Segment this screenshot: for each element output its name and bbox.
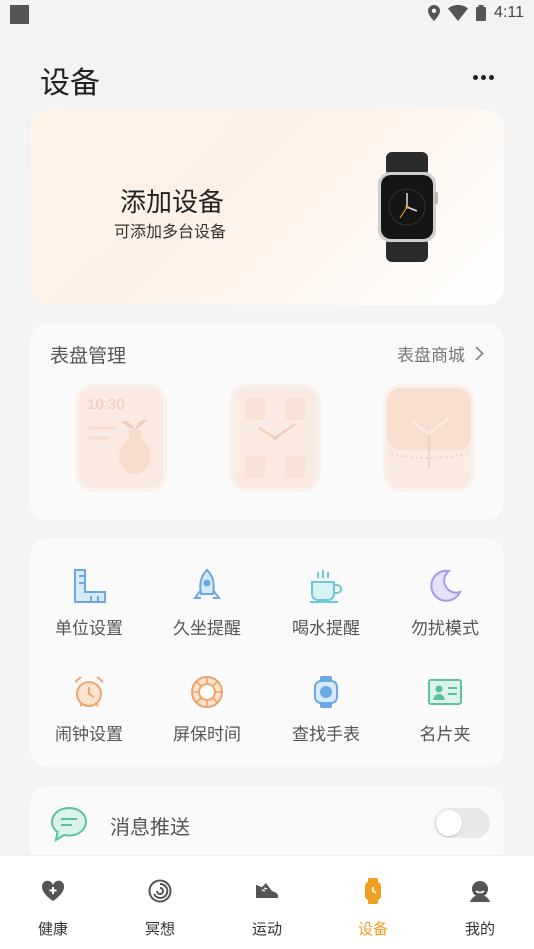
status-bar: 4:11 [0, 0, 534, 28]
chevron-right-icon [475, 346, 484, 361]
watch-face-item[interactable] [387, 388, 471, 488]
card-holder-icon [428, 679, 462, 705]
battery-icon [476, 5, 487, 21]
tab-health-label: 健康 [37, 920, 68, 938]
drink-reminder-label: 喝水提醒 [292, 619, 360, 639]
tab-health[interactable]: 健康 [0, 856, 106, 949]
sedentary-reminder-label: 久坐提醒 [173, 619, 241, 639]
tab-profile-label: 我的 [464, 920, 495, 938]
swirl-icon [148, 879, 172, 903]
message-push-toggle[interactable] [434, 808, 490, 838]
feature-grid: 单位设置 久坐提醒 喝水提醒 勿扰模式 闹钟设置 屏保时间 查找手表 名片夹 [30, 538, 504, 767]
analog-face-icon [245, 398, 305, 478]
cup-icon [310, 570, 342, 603]
do-not-disturb-button[interactable]: 勿扰模式 [386, 566, 504, 639]
shoe-icon [256, 883, 278, 898]
watch-icon [365, 878, 381, 904]
add-device-title: 添加设备 [120, 188, 225, 218]
find-watch-icon [314, 676, 338, 708]
location-icon [428, 5, 441, 21]
message-push-label: 消息推送 [110, 815, 190, 839]
screensaver-time-button[interactable]: 屏保时间 [148, 672, 266, 745]
screensaver-icon [191, 676, 223, 708]
add-device-subtitle: 可添加多台设备 [114, 222, 227, 241]
tab-profile[interactable]: 我的 [427, 856, 533, 949]
watch-face-title: 表盘管理 [50, 345, 127, 367]
find-watch-button[interactable]: 查找手表 [267, 672, 385, 745]
watch-face-card: 表盘管理 表盘商城 10:30 [30, 323, 504, 520]
heart-plus-icon [41, 880, 65, 901]
tab-device[interactable]: 设备 [320, 856, 426, 949]
tab-meditation-label: 冥想 [144, 920, 175, 938]
page-title: 设备 [40, 66, 100, 101]
profile-icon [470, 881, 490, 902]
drink-reminder-button[interactable]: 喝水提醒 [267, 566, 385, 639]
find-watch-label: 查找手表 [292, 725, 360, 745]
status-time: 4:11 [494, 4, 524, 21]
message-push-row: 消息推送 [30, 786, 504, 866]
watch-face-store-label: 表盘商城 [397, 346, 465, 366]
notification-icon [10, 5, 29, 24]
tab-device-label: 设备 [357, 920, 388, 938]
more-options-button[interactable] [470, 64, 496, 90]
do-not-disturb-label: 勿扰模式 [411, 619, 479, 639]
tab-exercise[interactable]: 运动 [214, 856, 320, 949]
toggle-knob [436, 810, 462, 836]
card-holder-label: 名片夹 [419, 725, 471, 745]
tab-meditation[interactable]: 冥想 [107, 856, 213, 949]
plant-pot-icon [89, 419, 151, 474]
more-dot-icon [488, 74, 494, 80]
wifi-icon [448, 5, 469, 21]
moon-icon [430, 569, 462, 602]
alarm-settings-button[interactable]: 闹钟设置 [30, 672, 148, 745]
smartwatch-icon [378, 152, 438, 262]
bottom-tab-bar: 健康 冥想 运动 设备 我的 [0, 856, 534, 949]
alarm-settings-label: 闹钟设置 [55, 725, 123, 745]
watch-face-store-link[interactable]: 表盘商城 [397, 341, 484, 366]
watch-face-item[interactable]: 10:30 [79, 388, 163, 488]
unit-settings-label: 单位设置 [55, 619, 123, 639]
more-dot-icon [472, 74, 478, 80]
add-device-card[interactable]: 添加设备 可添加多台设备 [30, 110, 504, 305]
card-holder-button[interactable]: 名片夹 [386, 672, 504, 745]
ruler-icon [74, 569, 106, 603]
rocket-icon [193, 568, 221, 599]
watch-face-item[interactable] [233, 388, 317, 488]
more-dot-icon [480, 74, 486, 80]
tab-exercise-label: 运动 [251, 920, 282, 938]
minimal-face-icon [387, 388, 471, 468]
unit-settings-button[interactable]: 单位设置 [30, 566, 148, 639]
screensaver-time-label: 屏保时间 [173, 725, 241, 745]
sedentary-reminder-button[interactable]: 久坐提醒 [148, 566, 266, 639]
chat-bubble-icon [50, 806, 88, 842]
alarm-clock-icon [74, 676, 104, 707]
